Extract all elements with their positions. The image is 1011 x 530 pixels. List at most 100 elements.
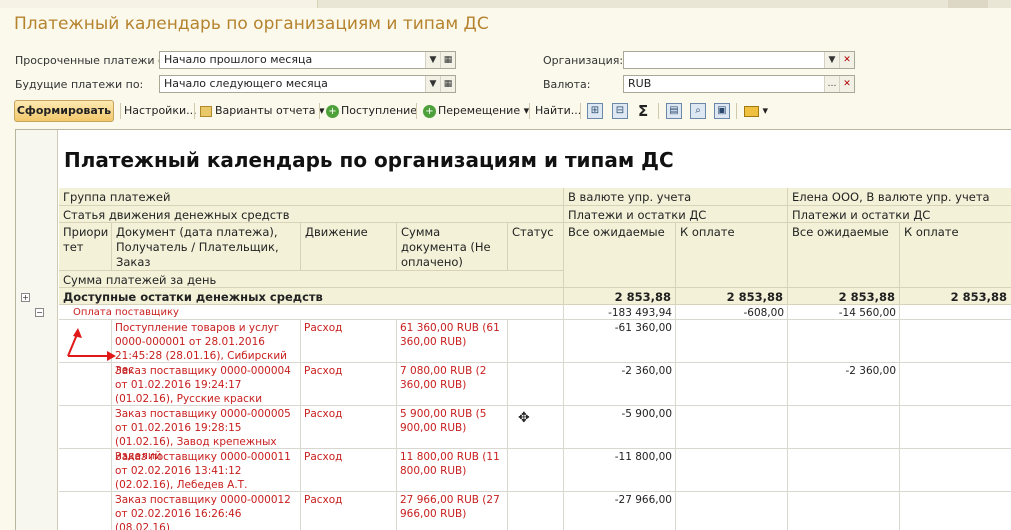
future-label: Будущие платежи по: <box>15 78 144 91</box>
calendar-select-icon[interactable]: ▦ <box>440 76 455 92</box>
movement-cell: Расход <box>301 492 397 530</box>
find-button[interactable]: Найти... <box>535 101 581 121</box>
page-title: Платежный календарь по организациям и ти… <box>14 14 489 34</box>
separator <box>416 103 417 119</box>
clear-icon[interactable]: ✕ <box>839 76 854 92</box>
document-cell[interactable]: Заказ поставщику 0000-000012 от 02.02.20… <box>112 492 301 530</box>
clear-icon[interactable]: ✕ <box>839 52 854 68</box>
document-cell[interactable]: Заказ поставщику 0000-000005 от 01.02.20… <box>112 406 301 462</box>
report-spreadsheet[interactable]: + − Платежный календарь по организациям … <box>15 129 1011 530</box>
expand-toggle-icon[interactable]: + <box>21 293 30 302</box>
overdue-value: Начало прошлого месяца <box>164 53 313 66</box>
collapse-groups-icon[interactable]: ⊟ <box>612 103 628 119</box>
to-pay-cell <box>676 406 788 449</box>
hdr-payments-2: Платежи и остатки ДС <box>788 206 1011 223</box>
org-all-expected-cell <box>788 406 900 449</box>
org-label: Организация: <box>543 54 624 67</box>
currency-label: Валюта: <box>543 78 591 91</box>
supplier-v3: -14 560,00 <box>788 305 900 320</box>
status-cell <box>508 320 564 363</box>
movement-cell: Расход <box>301 449 397 492</box>
plus-circle-icon: + <box>326 104 339 118</box>
available-v4: 2 853,88 <box>900 288 1011 305</box>
available-label: Доступные остатки денежных средств <box>59 288 564 305</box>
move-button[interactable]: + Перемещение ▾ <box>423 101 529 121</box>
sum-cell: 5 900,00 RUB (5 900,00 RUB) <box>397 406 508 449</box>
priority-cell <box>59 406 112 449</box>
available-v2: 2 853,88 <box>676 288 788 305</box>
hdr-sum: Сумма документа (Не оплачено) <box>397 223 508 271</box>
settings-button[interactable]: Настройки... <box>124 101 197 121</box>
separator <box>120 103 121 119</box>
movement-cell: Расход <box>301 406 397 449</box>
toolbar: Сформировать Настройки... Варианты отчет… <box>10 99 1000 123</box>
available-v1: 2 853,88 <box>564 288 676 305</box>
dropdown-arrow-icon[interactable]: ▼ <box>824 52 839 68</box>
sum-cell: 11 800,00 RUB (11 800,00 RUB) <box>397 449 508 492</box>
to-pay-cell <box>676 363 788 406</box>
plus-circle-icon: + <box>423 104 436 118</box>
sum-cell: 61 360,00 RUB (61 360,00 RUB) <box>397 320 508 363</box>
separator <box>319 103 320 119</box>
sum-cell: 7 080,00 RUB (2 360,00 RUB) <box>397 363 508 406</box>
document-cell[interactable]: Заказ поставщику 0000-000004 от 01.02.20… <box>112 363 301 406</box>
annotation-arrow-icon <box>67 328 116 361</box>
org-to-pay-cell <box>900 449 1011 492</box>
separator <box>658 103 659 119</box>
priority-cell <box>59 449 112 492</box>
currency-value: RUB <box>628 77 652 90</box>
document-cell[interactable]: Заказ поставщику 0000-000011 от 02.02.20… <box>112 449 301 492</box>
currency-field[interactable]: RUB … ✕ <box>623 75 855 93</box>
tab-other[interactable] <box>948 0 988 8</box>
collapse-toggle-icon[interactable]: − <box>35 308 44 317</box>
separator <box>580 103 581 119</box>
supplier-v1: -183 493,94 <box>564 305 676 320</box>
all-expected-cell: -2 360,00 <box>564 363 676 406</box>
priority-cell <box>59 363 112 406</box>
future-field[interactable]: Начало следующего месяца ▼ ▦ <box>159 75 456 93</box>
hdr-daily: Сумма платежей за день <box>59 271 564 288</box>
overdue-field[interactable]: Начало прошлого месяца ▼ ▦ <box>159 51 456 69</box>
preview-icon[interactable]: ⌕ <box>690 103 706 119</box>
separator <box>529 103 530 119</box>
status-cell <box>508 406 564 449</box>
to-pay-cell <box>676 492 788 530</box>
save-icon[interactable]: ▣ <box>714 103 730 119</box>
hdr-priority: Приори тет <box>59 223 112 271</box>
separator <box>194 103 195 119</box>
org-field[interactable]: ▼ ✕ <box>623 51 855 69</box>
all-expected-cell: -5 900,00 <box>564 406 676 449</box>
expand-groups-icon[interactable]: ⊞ <box>587 103 603 119</box>
org-to-pay-cell <box>900 492 1011 530</box>
org-to-pay-cell <box>900 406 1011 449</box>
generate-button[interactable]: Сформировать <box>14 100 114 122</box>
sum-icon[interactable]: Σ <box>638 101 648 121</box>
grouping-gutter <box>16 130 58 530</box>
hdr-all-expected-2: Все ожидаемые <box>788 223 900 288</box>
dropdown-arrow-icon[interactable]: ▼ <box>425 52 440 68</box>
sum-cell: 27 966,00 RUB (27 966,00 RUB) <box>397 492 508 530</box>
tab-active[interactable] <box>0 0 318 8</box>
supplier-group-label[interactable]: Оплата поставщику <box>59 305 564 320</box>
status-cell <box>508 363 564 406</box>
dropdown-arrow-icon[interactable]: ▼ <box>425 76 440 92</box>
hdr-payments-1: Платежи и остатки ДС <box>564 206 788 223</box>
movement-cell: Расход <box>301 363 397 406</box>
income-button[interactable]: + Поступление <box>326 101 417 121</box>
org-all-expected-cell <box>788 320 900 363</box>
org-to-pay-cell <box>900 363 1011 406</box>
movement-cell: Расход <box>301 320 397 363</box>
select-icon[interactable]: … <box>824 76 839 92</box>
org-all-expected-cell: -2 360,00 <box>788 363 900 406</box>
to-pay-cell <box>676 449 788 492</box>
mail-button[interactable]: ▾ <box>744 101 768 121</box>
status-cell <box>508 492 564 530</box>
document-cell[interactable]: Поступление товаров и услуг 0000-000001 … <box>112 320 301 376</box>
print-icon[interactable]: ▤ <box>666 103 682 119</box>
hdr-org-mgmt: Елена ООО, В валюте упр. учета <box>788 188 1011 206</box>
hdr-group: Группа платежей <box>59 188 564 206</box>
calendar-select-icon[interactable]: ▦ <box>440 52 455 68</box>
variants-label: Варианты отчета <box>215 104 316 117</box>
variants-button[interactable]: Варианты отчета ▾ <box>200 101 325 121</box>
separator <box>736 103 737 119</box>
